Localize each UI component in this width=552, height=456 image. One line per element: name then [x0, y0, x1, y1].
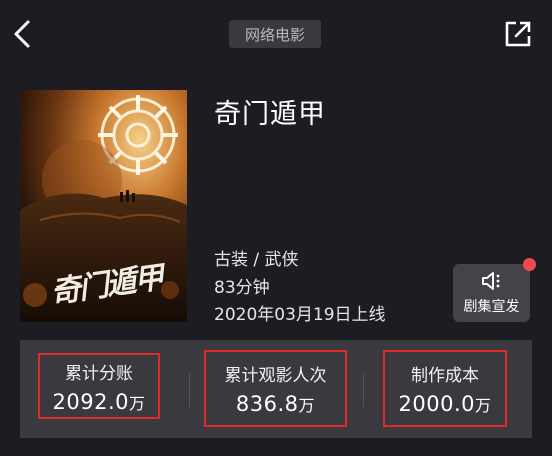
stat-value: 2000.0万	[398, 392, 492, 416]
chevron-left-icon	[14, 20, 30, 48]
divider	[363, 373, 364, 407]
notification-dot	[523, 258, 536, 271]
movie-poster[interactable]: 奇门遁甲	[20, 90, 187, 322]
stat-label: 累计分账	[65, 363, 133, 384]
category-tag: 网络电影	[229, 20, 321, 48]
movie-genre: 古装 / 武侠	[214, 250, 299, 270]
stat-box-viewers: 累计观影人次 836.8万	[204, 350, 347, 427]
stat-value: 2092.0万	[52, 389, 146, 414]
share-button[interactable]	[500, 16, 536, 52]
stat-value: 836.8万	[235, 392, 316, 416]
stats-panel: 累计分账 2092.0万 累计观影人次 836.8万 制作成本 2000.0万	[20, 340, 532, 438]
movie-detail-page: 网络电影 奇门遁甲 奇门遁甲 古装 / 武侠 83分钟 2020年03月19日上…	[0, 0, 552, 456]
back-button[interactable]	[8, 16, 36, 52]
stat-box-cost: 制作成本 2000.0万	[383, 350, 507, 427]
release-date: 2020年03月19日上线	[214, 305, 386, 325]
divider	[189, 373, 190, 407]
speaker-icon	[481, 271, 499, 290]
external-share-icon	[505, 21, 531, 47]
stat-label: 制作成本	[411, 366, 479, 386]
movie-title: 奇门遁甲	[214, 99, 326, 130]
promo-button[interactable]: 剧集宣发	[453, 264, 530, 322]
promo-label: 剧集宣发	[463, 298, 520, 315]
stat-box-revenue: 累计分账 2092.0万	[38, 353, 160, 419]
stat-label: 累计观影人次	[224, 366, 327, 386]
movie-duration: 83分钟	[214, 278, 270, 298]
